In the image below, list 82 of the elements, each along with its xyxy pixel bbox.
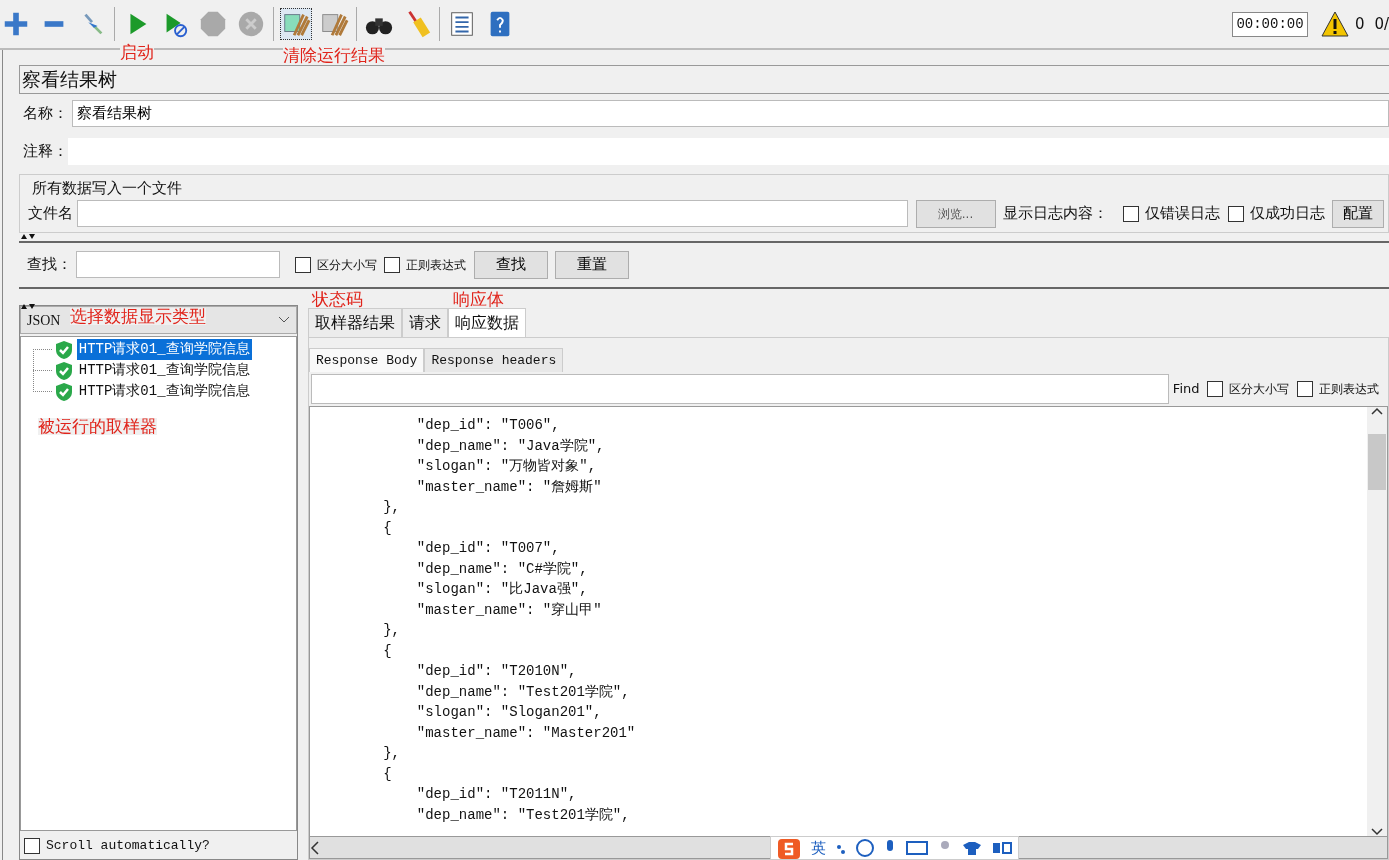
checkbox[interactable] bbox=[1296, 381, 1313, 397]
code-line: "dep_id": "T2011N", bbox=[415, 785, 578, 804]
checkbox-label: 仅成功日志 bbox=[1249, 203, 1325, 225]
field-label: 名称： bbox=[23, 102, 68, 124]
checkbox-label: Scroll automatically? bbox=[46, 837, 210, 856]
code-line: "master_name": "Master201" bbox=[415, 723, 637, 743]
code-line: "dep_name": "C#学院", bbox=[415, 559, 589, 579]
code-line: { bbox=[382, 764, 393, 784]
search-field[interactable] bbox=[75, 251, 280, 278]
code-line: "dep_name": "Java学院", bbox=[415, 436, 606, 456]
tab[interactable]: Response headers bbox=[424, 347, 564, 372]
field-label: 注释： bbox=[23, 140, 68, 162]
checkbox[interactable] bbox=[1227, 205, 1244, 222]
scrollbar-thumb[interactable] bbox=[1368, 433, 1386, 490]
find-button[interactable]: 查找 bbox=[473, 250, 548, 279]
annotation-text: 响应体 bbox=[453, 291, 504, 308]
checkbox-label: 区分大小写 bbox=[316, 256, 377, 274]
field-label: 显示日志内容： bbox=[1003, 203, 1108, 225]
tab[interactable]: 响应数据 bbox=[448, 308, 526, 337]
collapse-arrow-icon[interactable] bbox=[21, 233, 35, 240]
annotation-text: 清除运行结果 bbox=[283, 47, 385, 64]
code-line: }, bbox=[382, 498, 401, 517]
panel-title: 察看结果树 bbox=[19, 65, 1389, 94]
code-line: { bbox=[382, 518, 393, 538]
tab[interactable]: 请求 bbox=[402, 308, 448, 337]
code-line: "dep_name": "Test201学院", bbox=[415, 805, 631, 825]
code-line: "slogan": "比Java强", bbox=[415, 580, 589, 599]
input-mode-label[interactable]: 英 bbox=[811, 836, 826, 860]
field-label: 查找： bbox=[27, 254, 72, 276]
checkbox-label: 正则表达式 bbox=[1318, 381, 1379, 398]
annotation-text: 状态码 bbox=[312, 291, 363, 308]
tab[interactable]: 取样器结果 bbox=[308, 308, 402, 337]
code-line: }, bbox=[382, 621, 401, 640]
field-label: 文件名 bbox=[28, 203, 73, 225]
checkbox[interactable] bbox=[1207, 381, 1223, 397]
code-line: "slogan": "万物皆对象", bbox=[415, 457, 598, 476]
shirt-icon[interactable] bbox=[962, 841, 982, 855]
checkbox[interactable] bbox=[24, 838, 40, 854]
code-line: "dep_id": "T2010N", bbox=[415, 662, 578, 681]
tab[interactable]: Response Body bbox=[309, 347, 425, 372]
collapse-arrow-icon[interactable] bbox=[21, 303, 35, 310]
check-shield-icon bbox=[55, 360, 73, 381]
code-line: "dep_id": "T006", bbox=[415, 416, 561, 435]
filename-field[interactable] bbox=[76, 200, 908, 227]
code-line: }, bbox=[382, 744, 401, 763]
thread-count: 0/ bbox=[1374, 13, 1389, 35]
checkbox[interactable] bbox=[1123, 205, 1139, 222]
code-line: "dep_name": "Test201学院", bbox=[415, 682, 631, 702]
warning-icon bbox=[1321, 11, 1350, 37]
checkbox-label: 区分大小写 bbox=[1229, 381, 1289, 398]
code-line: "master_name": "詹姆斯" bbox=[415, 477, 603, 497]
code-line: "slogan": "Slogan201", bbox=[415, 703, 603, 722]
code-line: "dep_id": "T007", bbox=[415, 539, 561, 558]
sample-item[interactable]: HTTP请求01_查询学院信息 bbox=[76, 339, 252, 360]
checkbox[interactable] bbox=[384, 256, 401, 273]
scroll-up-icon[interactable] bbox=[1371, 407, 1383, 415]
timer-field: 00:00:00 bbox=[1232, 11, 1308, 37]
warning-count: 0 bbox=[1355, 13, 1365, 35]
annotation-text: 被运行的取样器 bbox=[38, 418, 157, 435]
group-title: 所有数据写入一个文件 bbox=[30, 178, 183, 199]
code-line: "master_name": "穿山甲" bbox=[415, 600, 603, 620]
config-button[interactable]: 配置 bbox=[1332, 199, 1384, 228]
chevron-down-icon bbox=[278, 316, 290, 324]
browse-button[interactable]: 浏览... bbox=[915, 199, 996, 228]
sample-item[interactable]: HTTP请求01_查询学院信息 bbox=[76, 381, 252, 402]
grid-icon[interactable] bbox=[992, 842, 1012, 854]
name-field[interactable]: 察看结果树 bbox=[71, 99, 1389, 127]
check-shield-icon bbox=[55, 339, 73, 360]
checkbox-label: 正则表达式 bbox=[406, 256, 467, 274]
reset-button[interactable]: 重置 bbox=[555, 250, 630, 279]
code-line: { bbox=[382, 641, 393, 661]
annotation-text: 启动 bbox=[120, 44, 154, 61]
check-shield-icon bbox=[55, 381, 73, 402]
annotation-text: 选择数据显示类型 bbox=[70, 308, 206, 325]
scroll-down-icon[interactable] bbox=[1371, 828, 1383, 836]
sample-item[interactable]: HTTP请求01_查询学院信息 bbox=[76, 360, 252, 381]
find-field[interactable] bbox=[311, 374, 1170, 404]
scroll-left-icon[interactable] bbox=[310, 840, 320, 855]
checkbox-label: 仅错误日志 bbox=[1145, 203, 1220, 225]
field-label: Find bbox=[1172, 380, 1200, 399]
checkbox[interactable] bbox=[294, 256, 311, 273]
tree-lines bbox=[33, 349, 53, 392]
